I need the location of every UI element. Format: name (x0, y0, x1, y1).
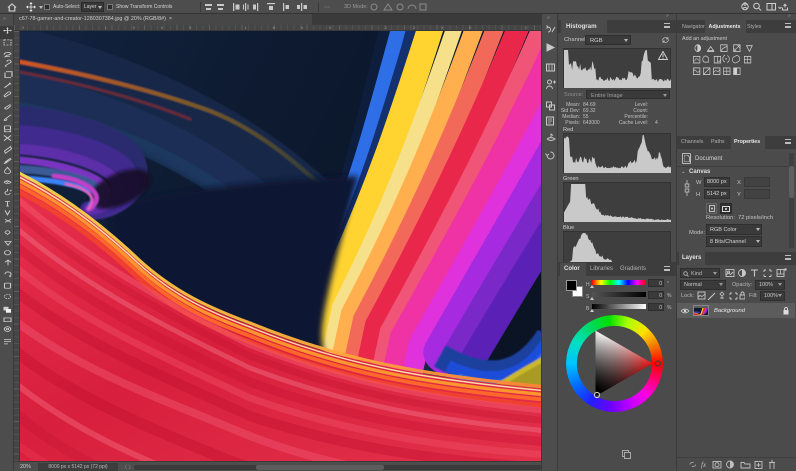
svg-text:fx: fx (701, 461, 707, 469)
